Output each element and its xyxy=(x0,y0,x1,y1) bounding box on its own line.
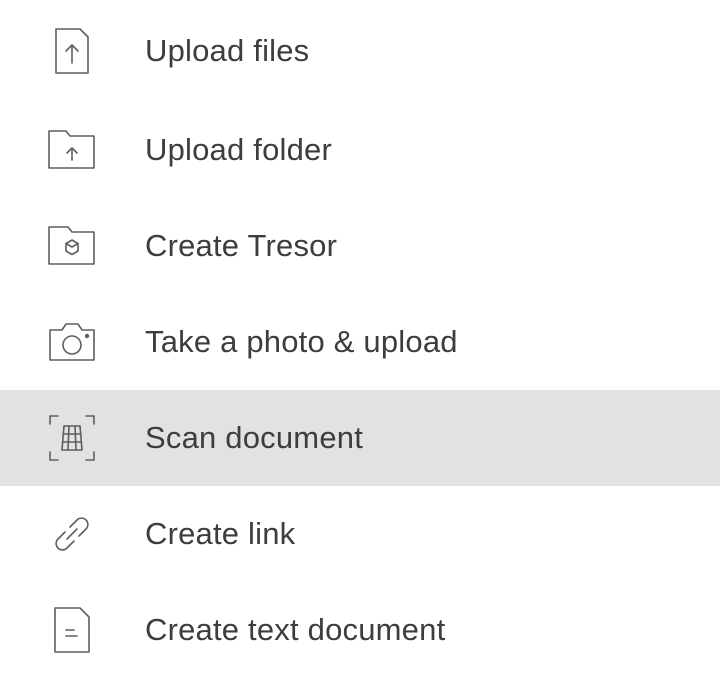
text-document-icon xyxy=(46,604,98,656)
menu-item-create-link[interactable]: Create link xyxy=(0,486,720,582)
link-icon xyxy=(46,508,98,560)
upload-file-icon xyxy=(46,25,98,77)
menu-item-label: Create text document xyxy=(145,612,446,647)
menu-item-take-photo[interactable]: Take a photo & upload xyxy=(0,294,720,390)
menu-item-label: Upload files xyxy=(145,33,310,68)
menu-item-label: Take a photo & upload xyxy=(145,324,458,359)
menu-item-scan-document[interactable]: Scan document xyxy=(0,390,720,486)
camera-icon xyxy=(46,316,98,368)
new-item-menu: Upload files Upload folder Create Tresor xyxy=(0,0,720,672)
menu-item-label: Create Tresor xyxy=(145,228,338,263)
menu-item-label: Scan document xyxy=(145,420,364,455)
tresor-folder-icon xyxy=(46,220,98,272)
scan-document-icon xyxy=(46,412,98,464)
upload-folder-icon xyxy=(46,124,98,176)
menu-item-upload-files[interactable]: Upload files xyxy=(0,0,720,102)
menu-item-upload-folder[interactable]: Upload folder xyxy=(0,102,720,198)
menu-item-create-tresor[interactable]: Create Tresor xyxy=(0,198,720,294)
menu-item-label: Create link xyxy=(145,516,296,551)
menu-item-create-text-document[interactable]: Create text document xyxy=(0,582,720,678)
menu-item-label: Upload folder xyxy=(145,132,332,167)
